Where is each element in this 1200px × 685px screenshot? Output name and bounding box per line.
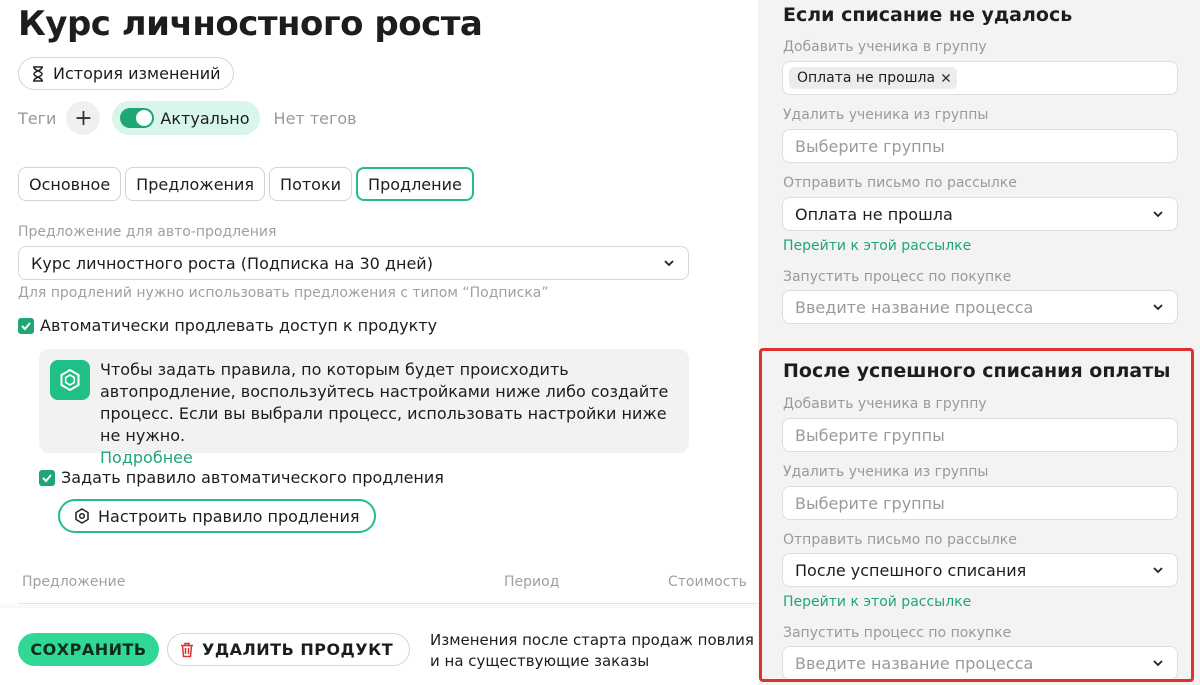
fail-mail-select[interactable]: Оплата не прошла: [782, 197, 1178, 231]
status-toggle[interactable]: [120, 108, 155, 128]
chevron-down-icon: [664, 260, 674, 267]
success-add-group-label: Добавить ученика в группу: [783, 396, 987, 412]
tags-label: Теги: [18, 108, 57, 128]
tab-main[interactable]: Основное: [18, 167, 122, 201]
info-text: Чтобы задать правила, по которым будет п…: [100, 359, 685, 469]
checkmark-icon: [21, 321, 31, 330]
fail-process-select[interactable]: Введите название процесса: [782, 290, 1178, 324]
fail-mail-label: Отправить письмо по рассылке: [783, 175, 1017, 191]
success-process-label: Запустить процесс по покупке: [783, 625, 1012, 641]
hexagon-icon: [50, 360, 90, 400]
tab-bar: Основное Предложения Потоки Продление: [18, 167, 474, 201]
success-mail-value: После успешного списания: [795, 560, 1027, 580]
success-mail-select[interactable]: После успешного списания: [782, 553, 1178, 587]
fail-process-label: Запустить процесс по покупке: [783, 269, 1012, 285]
auto-renew-checkbox[interactable]: [18, 317, 34, 334]
fail-remove-group-input[interactable]: Выберите группы: [782, 129, 1178, 163]
trash-icon: [181, 642, 193, 657]
fail-mail-link[interactable]: Перейти к этой рассылке: [783, 238, 971, 254]
renewal-offer-value: Курс личностного роста (Подписка на 30 д…: [31, 253, 433, 273]
save-button[interactable]: СОХРАНИТЬ: [18, 633, 159, 666]
delete-product-button[interactable]: УДАЛИТЬ ПРОДУКТ: [167, 633, 411, 666]
info-box: Чтобы задать правила, по которым будет п…: [39, 349, 689, 467]
success-add-group-input[interactable]: Выберите группы: [782, 418, 1178, 452]
status-toggle-label: Актуально: [160, 108, 250, 128]
chevron-down-icon: [1153, 304, 1163, 311]
no-tags-text: Нет тегов: [273, 108, 357, 128]
footer-bar: СОХРАНИТЬ УДАЛИТЬ ПРОДУКТ Изменения посл…: [0, 608, 758, 685]
configure-rule-button[interactable]: Настроить правило продления: [58, 499, 376, 533]
product-editor: Курс личностного роста История изменений…: [0, 0, 758, 685]
footer-note: Изменения после старта продаж повлия и н…: [430, 630, 758, 672]
tags-row: Теги + Актуально Нет тегов: [18, 101, 357, 135]
info-more-link[interactable]: Подробнее: [100, 448, 193, 467]
success-section-title: После успешного списания оплаты: [783, 360, 1171, 382]
chevron-down-icon: [1153, 660, 1163, 667]
info-body: Чтобы задать правила, по которым будет п…: [100, 360, 669, 445]
add-tag-button[interactable]: +: [66, 101, 101, 135]
history-button[interactable]: История изменений: [18, 57, 234, 90]
success-remove-group-input[interactable]: Выберите группы: [782, 486, 1178, 520]
fail-mail-value: Оплата не прошла: [795, 204, 953, 224]
renewal-offer-label: Предложение для авто-продления: [18, 224, 277, 240]
column-offer: Предложение: [22, 574, 126, 590]
checkmark-icon: [42, 473, 52, 482]
delete-product-label: УДАЛИТЬ ПРОДУКТ: [202, 640, 394, 659]
success-mail-link[interactable]: Перейти к этой рассылке: [783, 594, 971, 610]
success-remove-group-label: Удалить ученика из группы: [783, 464, 989, 480]
footer-note-line1: Изменения после старта продаж повлия: [430, 631, 754, 649]
tab-streams[interactable]: Потоки: [269, 167, 353, 201]
auto-renew-label: Автоматически продлевать доступ к продук…: [40, 316, 438, 335]
footer-note-line2: и на существующие заказы: [430, 652, 650, 670]
success-process-select[interactable]: Введите название процесса: [782, 646, 1178, 680]
rule-checkbox[interactable]: [39, 469, 55, 486]
success-process-placeholder: Введите название процесса: [795, 653, 1034, 673]
hexagon-settings-icon: [75, 508, 89, 524]
configure-rule-label: Настроить правило продления: [98, 506, 360, 526]
fail-add-group-label: Добавить ученика в группу: [783, 39, 987, 55]
close-icon[interactable]: [941, 73, 951, 83]
success-mail-label: Отправить письмо по рассылке: [783, 532, 1017, 548]
group-chip-label: Оплата не прошла: [797, 70, 936, 86]
chevron-down-icon: [1153, 211, 1163, 218]
group-chip: Оплата не прошла: [789, 67, 958, 89]
auto-renew-checkbox-row[interactable]: Автоматически продлевать доступ к продук…: [18, 316, 437, 335]
renewal-offer-select[interactable]: Курс личностного роста (Подписка на 30 д…: [18, 246, 689, 280]
column-period: Период: [504, 574, 560, 590]
column-price: Стоимость: [668, 574, 747, 590]
tab-offers[interactable]: Предложения: [125, 167, 266, 201]
fail-process-placeholder: Введите название процесса: [795, 297, 1034, 317]
page-title: Курс личностного роста: [18, 4, 483, 44]
fail-remove-group-label: Удалить ученика из группы: [783, 107, 989, 123]
fail-section-title: Если списание не удалось: [783, 4, 1073, 26]
rule-settings-panel: Если списание не удалось Добавить ученик…: [758, 0, 1200, 685]
renewal-offer-hint: Для продлений нужно использовать предлож…: [18, 285, 549, 301]
chevron-down-icon: [1153, 567, 1163, 574]
fail-add-group-input[interactable]: Оплата не прошла: [782, 61, 1178, 95]
rule-checkbox-label: Задать правило автоматического продления: [61, 468, 444, 487]
status-toggle-tag[interactable]: Актуально: [112, 101, 260, 135]
rule-checkbox-row[interactable]: Задать правило автоматического продления: [39, 468, 444, 487]
tab-renewal[interactable]: Продление: [356, 167, 474, 201]
history-button-label: История изменений: [53, 64, 221, 83]
hourglass-icon: [33, 65, 43, 82]
table-divider: [18, 603, 758, 604]
